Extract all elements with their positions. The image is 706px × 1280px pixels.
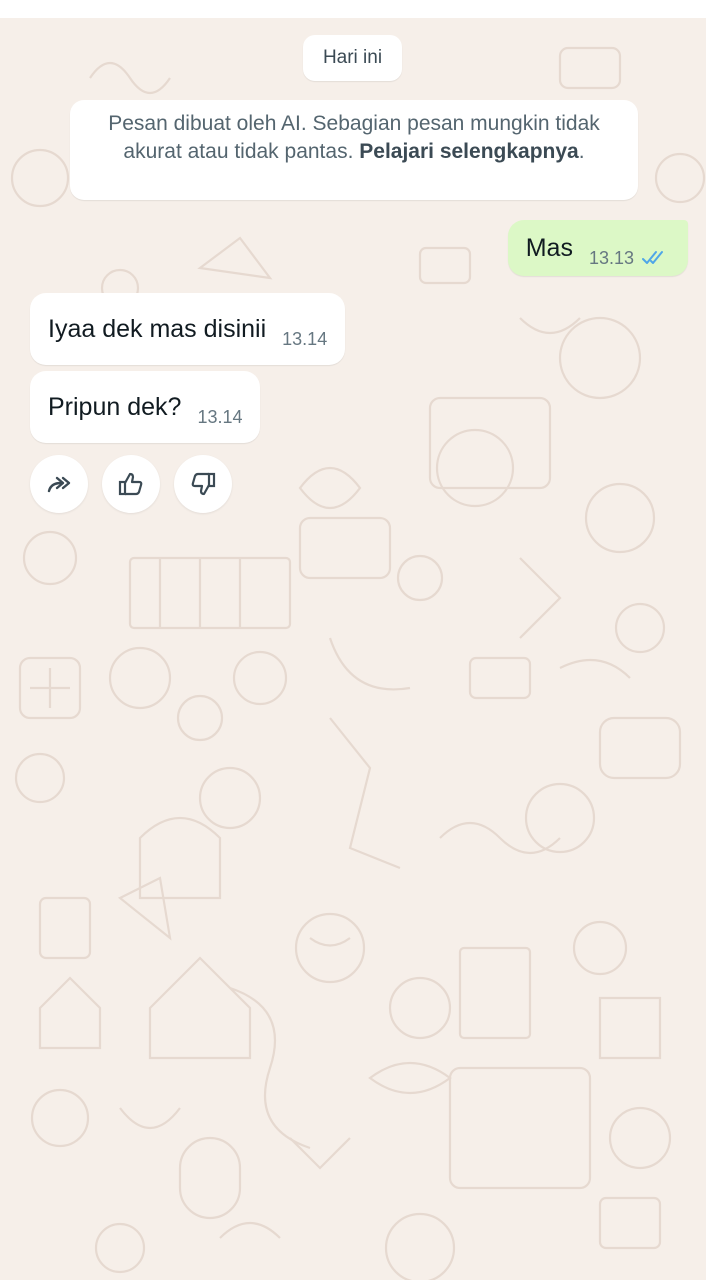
ai-disclaimer-notice: Pesan dibuat oleh AI. Sebagian pesan mun… (70, 100, 638, 200)
chat-wallpaper (0, 18, 706, 1280)
thumbs-down-button[interactable] (174, 455, 232, 513)
forward-button[interactable] (30, 455, 88, 513)
message-bubble-outgoing[interactable]: Mas 13.13 (507, 220, 688, 276)
message-time: 13.14 (282, 328, 328, 349)
double-check-icon (642, 251, 663, 264)
learn-more-link[interactable]: Pelajari selengkapnya (359, 140, 578, 163)
top-bar (0, 0, 706, 18)
message-bubble-incoming[interactable]: Pripun dek? 13.14 (30, 371, 261, 443)
thumbs-up-button[interactable] (102, 455, 160, 513)
ai-notice-suffix: . (578, 140, 585, 163)
message-time: 13.13 (588, 247, 634, 268)
thumbs-up-icon (118, 472, 143, 496)
doodle-pattern (10, 46, 706, 1280)
date-label: Hari ini (322, 47, 383, 68)
message-text: Pripun dek? (48, 392, 182, 421)
date-separator: Hari ini (303, 35, 402, 81)
message-bubble-incoming[interactable]: Iyaa dek mas disinii 13.14 (30, 293, 346, 365)
forward-icon (47, 476, 71, 493)
message-time: 13.14 (197, 406, 243, 427)
message-text: Iyaa dek mas disinii (48, 314, 267, 343)
thumbs-down-icon (191, 472, 216, 496)
message-text: Mas (525, 233, 573, 262)
